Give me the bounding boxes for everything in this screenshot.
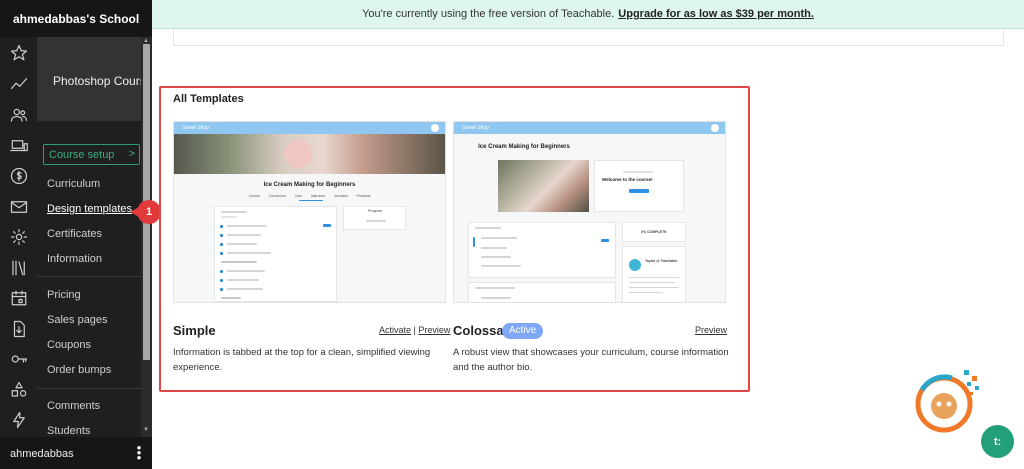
simple-template-name: Simple (173, 323, 216, 338)
simple-template-actions: Activate | Preview (379, 325, 450, 335)
scroll-down-arrow[interactable]: ▼ (143, 427, 149, 433)
sidebar-item-order-bumps[interactable]: Order bumps (47, 364, 111, 376)
thumb-curriculum-panel (214, 206, 337, 302)
more-menu-icon[interactable]: • • • (136, 441, 142, 464)
thumb-complete-text: 0% COMPLETE (641, 230, 667, 234)
school-name[interactable]: ahmedabbas's School (0, 0, 152, 37)
thumb-curriculum-panel (468, 222, 616, 278)
banner-text: You're currently using the free version … (362, 8, 615, 20)
key-icon[interactable] (9, 349, 28, 368)
calendar-icon[interactable] (9, 288, 28, 307)
dollar-icon[interactable] (9, 166, 28, 185)
icon-rail (0, 37, 37, 437)
thumb-author-panel: Taylor @ Teachable (622, 246, 686, 302)
devices-icon[interactable] (9, 136, 28, 155)
colossal-template-description: A robust view that showcases your curric… (453, 347, 729, 373)
simple-template-thumbnail[interactable]: Sweet Shop Ice Cream Making for Beginner… (173, 121, 446, 303)
shapes-icon[interactable] (9, 380, 28, 399)
sidebar-item-comments[interactable]: Comments (47, 400, 100, 412)
sidebar-item-certificates[interactable]: Certificates (47, 228, 102, 240)
thumb-course-title: Ice Cream Making for Beginners (263, 182, 356, 188)
app-root: ahmedabbas's School Photoshop Course Cou… (0, 0, 1024, 469)
users-icon[interactable] (9, 105, 28, 124)
sidebar-item-coupons[interactable]: Coupons (47, 339, 91, 351)
thumb-welcome-panel: Welcome to the course! (594, 160, 684, 212)
simple-preview-link[interactable]: Preview (418, 325, 450, 335)
colossal-preview-link[interactable]: Preview (695, 325, 727, 335)
thumb-hero-image (174, 134, 445, 174)
thumb-welcome-text: Welcome to the course! (602, 177, 653, 182)
chat-button[interactable]: t: (981, 425, 1014, 458)
watermark-logo (915, 370, 979, 433)
active-badge: Active (502, 323, 544, 339)
sidebar-item-sales-pages[interactable]: Sales pages (47, 314, 108, 326)
download-icon[interactable] (9, 319, 28, 338)
upgrade-banner: You're currently using the free version … (152, 0, 1024, 29)
thumb-tabs: Course Curriculum Your Instructor Includ… (248, 194, 371, 198)
colossal-template-name: Colossal (453, 323, 508, 338)
colossal-template-actions: Preview (695, 325, 727, 335)
course-setup-button[interactable]: Course setup > (43, 144, 140, 165)
user-bar[interactable]: ahmedabbas • • • (0, 437, 152, 469)
upgrade-link[interactable]: Upgrade for as low as $39 per month. (618, 8, 814, 20)
course-setup-label: Course setup (49, 149, 115, 161)
previous-card (173, 29, 1004, 46)
thumb-course-title: Ice Cream Making for Beginners (478, 144, 570, 150)
thumb-media-image (498, 160, 589, 212)
bolt-icon[interactable] (9, 410, 28, 429)
thumb-tab-underline (299, 200, 323, 201)
sidebar-item-curriculum[interactable]: Curriculum (47, 178, 100, 190)
mail-icon[interactable] (9, 197, 28, 216)
thumb-header: Sweet Shop (174, 122, 445, 134)
simple-template-description: Information is tabbed at the top for a c… (173, 347, 431, 373)
sidebar-item-students[interactable]: Students (47, 425, 90, 437)
gear-icon[interactable] (9, 227, 28, 246)
star-icon[interactable] (9, 43, 28, 62)
callout-number: 1 (137, 200, 161, 224)
user-name: ahmedabbas (10, 448, 74, 460)
activate-link[interactable]: Activate (379, 325, 411, 335)
nav-divider (37, 388, 141, 389)
chevron-right-icon: > (128, 148, 135, 160)
sidebar-item-pricing[interactable]: Pricing (47, 289, 81, 301)
library-icon[interactable] (9, 258, 28, 277)
chart-icon[interactable] (9, 74, 28, 93)
section-title: All Templates (173, 93, 244, 105)
thumb-progress-label: Progress (368, 209, 383, 213)
sidebar-item-design-templates[interactable]: Design templates (47, 203, 132, 215)
thumb-header: Sweet Shop (454, 122, 725, 134)
link-separator: | (413, 325, 416, 335)
thumb-progress-panel: 0% COMPLETE (622, 222, 686, 242)
thumb-progress-panel: Progress (343, 206, 406, 230)
colossal-template-thumbnail[interactable]: Sweet Shop Ice Cream Making for Beginner… (453, 121, 726, 303)
nav-divider (37, 276, 141, 277)
thumb-section-panel (468, 282, 616, 302)
thumb-author-name: Taylor @ Teachable (645, 259, 678, 263)
sidebar-item-information[interactable]: Information (47, 253, 102, 265)
sidebar: ahmedabbas's School Photoshop Course Cou… (0, 0, 152, 469)
course-thumbnail-panel[interactable]: Photoshop Course (37, 37, 152, 121)
